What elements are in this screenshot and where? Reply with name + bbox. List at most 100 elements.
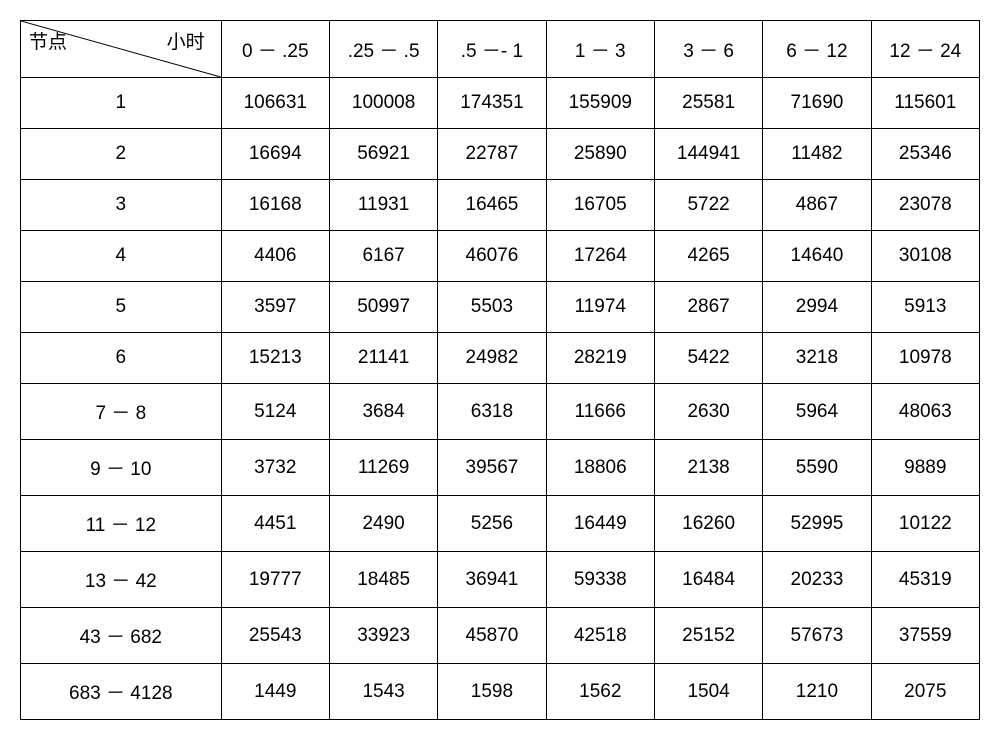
table-cell: 45319 — [871, 552, 979, 608]
table-cell: 106631 — [221, 78, 329, 129]
table-cell: 5722 — [654, 180, 762, 231]
table-cell: 1504 — [654, 664, 762, 720]
table-cell: 28219 — [546, 333, 654, 384]
table-cell: 11482 — [763, 129, 871, 180]
table-cell: 1562 — [546, 664, 654, 720]
table-cell: 3732 — [221, 440, 329, 496]
row-label: 43 － 682 — [21, 608, 222, 664]
table-cell: 71690 — [763, 78, 871, 129]
table-cell: 11666 — [546, 384, 654, 440]
row-label: 11 － 12 — [21, 496, 222, 552]
table-cell: 2138 — [654, 440, 762, 496]
row-label: 13 － 42 — [21, 552, 222, 608]
table-cell: 155909 — [546, 78, 654, 129]
row-label: 683 － 4128 — [21, 664, 222, 720]
table-cell: 20233 — [763, 552, 871, 608]
table-cell: 144941 — [654, 129, 762, 180]
table-cell: 1598 — [438, 664, 546, 720]
table-cell: 48063 — [871, 384, 979, 440]
table-cell: 2994 — [763, 282, 871, 333]
table-row: 9 － 103732112693956718806213855909889 — [21, 440, 980, 496]
row-label: 3 — [21, 180, 222, 231]
col-header: .25 － .5 — [329, 21, 437, 78]
table-cell: 4265 — [654, 231, 762, 282]
table-cell: 25890 — [546, 129, 654, 180]
table-cell: 3684 — [329, 384, 437, 440]
table-cell: 45870 — [438, 608, 546, 664]
table-header-row: 节点 小时 0 － .25 .25 － .5 .5 －- 1 1 － 3 3 －… — [21, 21, 980, 78]
table-row: 2166945692122787258901449411148225346 — [21, 129, 980, 180]
table-cell: 6167 — [329, 231, 437, 282]
table-row: 444066167460761726442651464030108 — [21, 231, 980, 282]
table-cell: 39567 — [438, 440, 546, 496]
table-cell: 11974 — [546, 282, 654, 333]
table-cell: 5422 — [654, 333, 762, 384]
table-cell: 25581 — [654, 78, 762, 129]
table-cell: 16260 — [654, 496, 762, 552]
table-cell: 33923 — [329, 608, 437, 664]
table-cell: 36941 — [438, 552, 546, 608]
table-cell: 11931 — [329, 180, 437, 231]
table-cell: 10122 — [871, 496, 979, 552]
table-cell: 2490 — [329, 496, 437, 552]
table-cell: 4451 — [221, 496, 329, 552]
table-cell: 6318 — [438, 384, 546, 440]
table-cell: 15213 — [221, 333, 329, 384]
table-cell: 22787 — [438, 129, 546, 180]
table-cell: 16484 — [654, 552, 762, 608]
row-label: 4 — [21, 231, 222, 282]
table-cell: 37559 — [871, 608, 979, 664]
table-cell: 4406 — [221, 231, 329, 282]
table-cell: 9889 — [871, 440, 979, 496]
col-header: 1 － 3 — [546, 21, 654, 78]
table-cell: 4867 — [763, 180, 871, 231]
table-cell: 19777 — [221, 552, 329, 608]
table-cell: 17264 — [546, 231, 654, 282]
table-row: 3161681193116465167055722486723078 — [21, 180, 980, 231]
row-label: 7 － 8 — [21, 384, 222, 440]
corner-col-label: 小时 — [167, 27, 205, 54]
table-cell: 59338 — [546, 552, 654, 608]
table-cell: 16465 — [438, 180, 546, 231]
table-cell: 16449 — [546, 496, 654, 552]
table-cell: 5590 — [763, 440, 871, 496]
table-cell: 5913 — [871, 282, 979, 333]
table-cell: 50997 — [329, 282, 437, 333]
table-cell: 2867 — [654, 282, 762, 333]
col-header: 6 － 12 — [763, 21, 871, 78]
col-header: 0 － .25 — [221, 21, 329, 78]
table-cell: 3597 — [221, 282, 329, 333]
row-label: 5 — [21, 282, 222, 333]
table-cell: 3218 — [763, 333, 871, 384]
table-cell: 10978 — [871, 333, 979, 384]
row-label: 6 — [21, 333, 222, 384]
table-row: 1106631100008174351155909255817169011560… — [21, 78, 980, 129]
table-body: 1106631100008174351155909255817169011560… — [21, 78, 980, 720]
table-cell: 25346 — [871, 129, 979, 180]
data-table: 节点 小时 0 － .25 .25 － .5 .5 －- 1 1 － 3 3 －… — [20, 20, 980, 720]
table-cell: 14640 — [763, 231, 871, 282]
table-cell: 56921 — [329, 129, 437, 180]
table-cell: 16694 — [221, 129, 329, 180]
table-cell: 5124 — [221, 384, 329, 440]
table-row: 43 － 68225543339234587042518251525767337… — [21, 608, 980, 664]
table-cell: 52995 — [763, 496, 871, 552]
table-row: 6152132114124982282195422321810978 — [21, 333, 980, 384]
table-cell: 1543 — [329, 664, 437, 720]
table-cell: 1210 — [763, 664, 871, 720]
table-cell: 115601 — [871, 78, 979, 129]
table-cell: 46076 — [438, 231, 546, 282]
table-cell: 24982 — [438, 333, 546, 384]
table-cell: 21141 — [329, 333, 437, 384]
table-cell: 23078 — [871, 180, 979, 231]
table-row: 13 － 42197771848536941593381648420233453… — [21, 552, 980, 608]
table-cell: 57673 — [763, 608, 871, 664]
table-cell: 42518 — [546, 608, 654, 664]
table-cell: 16705 — [546, 180, 654, 231]
table-row: 7 － 8512436846318116662630596448063 — [21, 384, 980, 440]
row-label: 1 — [21, 78, 222, 129]
table-row: 11 － 1244512490525616449162605299510122 — [21, 496, 980, 552]
table-cell: 16168 — [221, 180, 329, 231]
table-cell: 1449 — [221, 664, 329, 720]
table-cell: 5503 — [438, 282, 546, 333]
